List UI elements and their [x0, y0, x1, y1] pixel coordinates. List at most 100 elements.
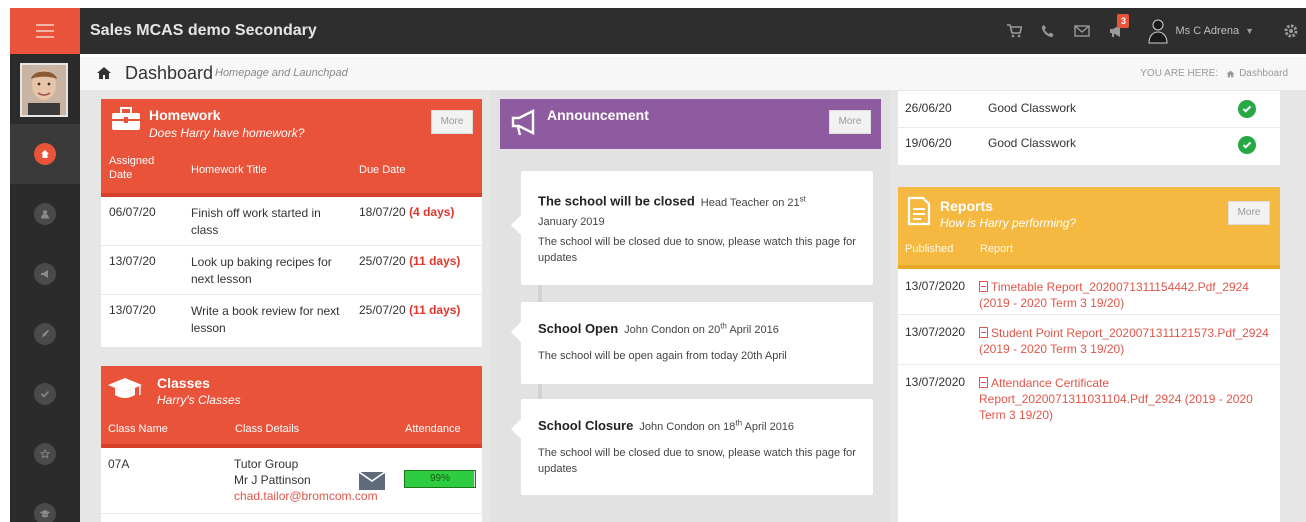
- cart-button[interactable]: [997, 8, 1031, 54]
- col-attendance[interactable]: Attendance: [405, 423, 461, 435]
- user-menu[interactable]: Ms C Adrena ▼: [1147, 18, 1254, 44]
- check-circle-icon: [1238, 136, 1256, 154]
- report-name: Timetable Report_2020071311154442.Pdf_29…: [991, 280, 1249, 294]
- sidebar: [10, 54, 80, 522]
- sidebar-item-home[interactable]: [10, 124, 80, 184]
- classes-subtitle: Harry's Classes: [157, 393, 241, 407]
- homework-subtitle: Does Harry have homework?: [149, 126, 305, 140]
- top-bar: Sales MCAS demo Secondary 3 Ms C Adrena …: [0, 0, 1306, 57]
- notifications-button[interactable]: 3: [1099, 8, 1133, 54]
- homework-panel: Homework Does Harry have homework? More …: [101, 99, 482, 347]
- col-published[interactable]: Published: [905, 243, 953, 255]
- announcement-item-meta: John Condon on 20th April 2016: [624, 321, 779, 336]
- sidebar-item-profile[interactable]: [10, 184, 80, 244]
- col-assigned-line2[interactable]: Date: [109, 168, 132, 182]
- due-days: (4 days): [409, 205, 455, 219]
- top-bar-inner: Sales MCAS demo Secondary 3 Ms C Adrena …: [10, 8, 1306, 54]
- col-assigned-line1[interactable]: Assigned: [109, 154, 154, 168]
- envelope-icon: [1074, 25, 1091, 37]
- page-subtitle: Homepage and Launchpad: [215, 67, 348, 79]
- reports-title: Reports: [940, 198, 993, 214]
- col-report[interactable]: Report: [980, 243, 1013, 255]
- breadcrumb-current[interactable]: Dashboard: [1239, 68, 1288, 79]
- col-class-name[interactable]: Class Name: [108, 423, 168, 435]
- mail-button[interactable]: [1065, 8, 1099, 54]
- announcement-item-heading: The school will be closed: [538, 193, 695, 209]
- sidebar-item-achievements[interactable]: [10, 424, 80, 484]
- announcement-item-heading: School Closure: [538, 418, 634, 433]
- achievement-date: 26/06/20: [905, 101, 952, 115]
- student-photo[interactable]: [20, 63, 68, 117]
- table-row[interactable]: 07A Tutor Group Mr J Pattinson chad.tail…: [101, 448, 482, 514]
- table-row[interactable]: 13/07/20 Look up baking recipes for next…: [101, 246, 482, 295]
- cart-icon: [1007, 24, 1023, 38]
- class-name: 07A: [108, 457, 130, 471]
- meta-date: April 2016: [742, 421, 795, 433]
- settings-button[interactable]: [1276, 8, 1306, 54]
- classes-table-header: Class Name Class Details Attendance: [101, 418, 482, 444]
- achievement-label: Good Classwork: [988, 101, 1077, 115]
- sidebar-item-classes[interactable]: [10, 484, 80, 522]
- attendance-value: 99%: [429, 473, 450, 484]
- reports-more-button[interactable]: More: [1228, 201, 1270, 225]
- due-date-value: 25/07/20: [359, 303, 406, 317]
- achievement-label: Good Classwork: [988, 136, 1077, 150]
- notification-count-badge: 3: [1117, 14, 1130, 28]
- home-icon: [34, 143, 56, 165]
- report-term: Term 3 19/20): [979, 408, 1054, 422]
- report-name-cont: Report_2020071311031104.Pdf_2924 (2019 -…: [979, 392, 1253, 406]
- col-homework-title[interactable]: Homework Title: [191, 164, 267, 176]
- envelope-icon[interactable]: [359, 472, 385, 490]
- hamburger-menu-button[interactable]: [10, 8, 80, 54]
- table-row[interactable]: 13/07/2020 Student Point Report_20200713…: [898, 315, 1280, 365]
- announcement-more-button[interactable]: More: [829, 110, 871, 134]
- report-link[interactable]: Timetable Report_2020071311154442.Pdf_29…: [979, 279, 1249, 311]
- table-row[interactable]: 26/06/20 Good Classwork: [898, 91, 1280, 128]
- sidebar-item-homework[interactable]: [10, 304, 80, 364]
- table-row[interactable]: 13/07/20 Write a book review for next le…: [101, 295, 482, 347]
- sidebar-item-attendance[interactable]: [10, 364, 80, 424]
- report-link[interactable]: Attendance Certificate Report_20200713110…: [979, 375, 1269, 423]
- meta-text: Head Teacher on 21: [700, 196, 800, 209]
- student-photo-image: [22, 65, 66, 115]
- phone-button[interactable]: [1031, 8, 1065, 54]
- phone-icon: [1042, 25, 1054, 37]
- announcement-card[interactable]: The school will be closed Head Teacher on…: [511, 171, 873, 285]
- announcement-item-meta: Head Teacher on 21st: [700, 194, 806, 209]
- breadcrumb-label: YOU ARE HERE:: [1140, 68, 1219, 79]
- homework-item-title: Finish off work started in class: [191, 206, 321, 237]
- megaphone-icon: [34, 263, 56, 285]
- col-class-details[interactable]: Class Details: [235, 423, 299, 435]
- attendance-bar: 99%: [404, 470, 476, 488]
- meta-text: John Condon on 20: [624, 324, 721, 336]
- report-link[interactable]: Student Point Report_2020071311121573.Pd…: [979, 325, 1269, 357]
- graduation-cap-icon: [34, 503, 56, 522]
- announcement-item-body: The school will be closed due to snow, p…: [538, 236, 856, 264]
- homework-more-button[interactable]: More: [431, 110, 473, 134]
- col-due-date[interactable]: Due Date: [359, 164, 405, 176]
- timeline-connector: [538, 383, 542, 399]
- table-row[interactable]: 19/06/20 Good Classwork: [898, 128, 1280, 165]
- user-avatar-icon: [1148, 19, 1168, 44]
- report-term: (2019 - 2020 Term 3 19/20): [979, 296, 1125, 310]
- announcement-card[interactable]: School Open John Condon on 20th April 201…: [511, 302, 873, 384]
- homework-item-title: Look up baking recipes for next lesson: [191, 255, 332, 286]
- teacher-email-link[interactable]: chad.tailor@bromcom.com: [234, 489, 378, 503]
- table-row[interactable]: 13/07/2020 Timetable Report_202007131115…: [898, 269, 1280, 315]
- pdf-file-icon: [979, 281, 988, 292]
- announcement-item-body: The school will be open again from today…: [538, 350, 787, 362]
- announcement-item-meta-date: January 2019: [538, 215, 605, 228]
- document-icon: [907, 196, 931, 226]
- homework-item-title: Write a book review for next lesson: [191, 304, 340, 335]
- sidebar-item-announcements[interactable]: [10, 244, 80, 304]
- pdf-file-icon: [979, 377, 988, 388]
- table-row[interactable]: 06/07/20 Finish off work started in clas…: [101, 197, 482, 246]
- megaphone-icon: [511, 109, 535, 136]
- assigned-date: 06/07/20: [109, 205, 156, 219]
- table-row[interactable]: 13/07/2020 Attendance Certificate Report_…: [898, 365, 1280, 429]
- announcement-card[interactable]: School Closure John Condon on 18th April …: [511, 399, 873, 495]
- announcement-title: Announcement: [547, 107, 649, 123]
- assigned-date: 13/07/20: [109, 254, 156, 268]
- report-name: Attendance Certificate: [991, 376, 1110, 390]
- report-name: Student Point Report_2020071311121573.Pd…: [991, 326, 1269, 340]
